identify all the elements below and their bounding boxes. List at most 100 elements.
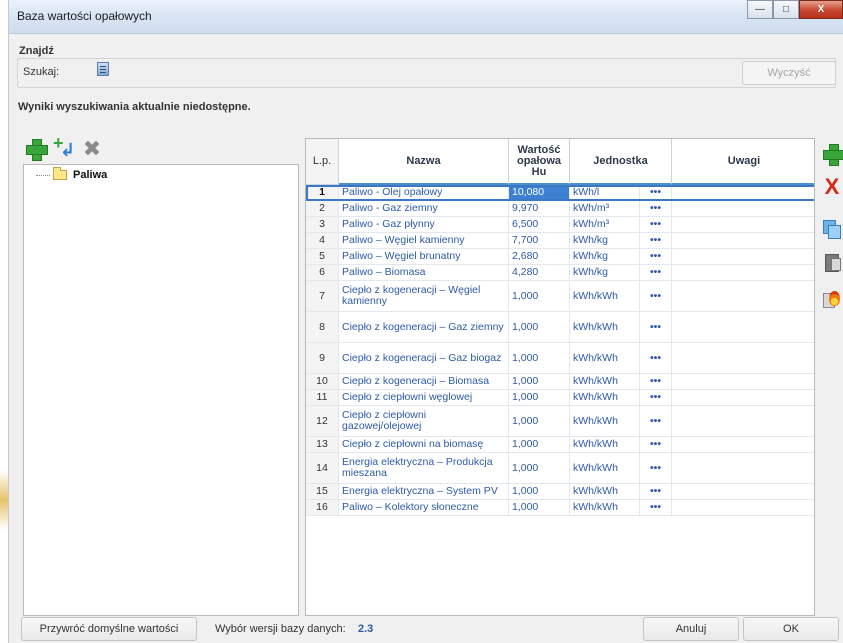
notes-cell[interactable]	[672, 437, 814, 452]
calorific-value-cell[interactable]: 1,000	[509, 406, 570, 436]
calorific-value-cell[interactable]: 4,280	[509, 265, 570, 280]
version-value[interactable]: 2.3	[358, 623, 373, 635]
fuel-name-cell[interactable]: Paliwo - Gaz ziemny	[339, 201, 509, 216]
notes-cell[interactable]	[672, 185, 814, 200]
calorific-value-cell[interactable]: 1,000	[509, 312, 570, 342]
fuel-name-cell[interactable]: Paliwo - Olej opałowy	[339, 185, 509, 200]
notes-cell[interactable]	[672, 484, 814, 499]
column-header-unit[interactable]: Jednostka	[570, 139, 672, 185]
tree-node-paliwa[interactable]: Paliwa	[36, 167, 107, 181]
document-lines-icon[interactable]	[97, 62, 109, 76]
delete-icon[interactable]: ✖	[81, 138, 103, 160]
unit-cell[interactable]: kWh/kWh	[570, 406, 640, 436]
unit-picker-button[interactable]: •••	[640, 500, 672, 515]
maximize-icon[interactable]: □	[773, 0, 799, 19]
table-row[interactable]: 11 Ciepło z ciepłowni węglowej 1,000 kWh/kW…	[306, 390, 814, 406]
unit-cell[interactable]: kWh/l	[570, 185, 640, 200]
table-row[interactable]: 9 Ciepło z kogeneracji – Gaz biogaz 1,000 k…	[306, 343, 814, 374]
table-row[interactable]: 13 Ciepło z ciepłowni na biomasę 1,000 kWh/…	[306, 437, 814, 453]
table-row[interactable]: 5 Paliwo – Węgiel brunatny 2,680 kWh/kg •••	[306, 249, 814, 265]
unit-cell[interactable]: kWh/kg	[570, 233, 640, 248]
notes-cell[interactable]	[672, 406, 814, 436]
unit-picker-button[interactable]: •••	[640, 233, 672, 248]
title-bar[interactable]: Baza wartości opałowych — □ X	[9, 0, 843, 34]
fuel-name-cell[interactable]: Paliwo – Kolektory słoneczne	[339, 500, 509, 515]
unit-cell[interactable]: kWh/kWh	[570, 500, 640, 515]
calorific-value-cell[interactable]: 1,000	[509, 343, 570, 373]
unit-picker-button[interactable]: •••	[640, 201, 672, 216]
cancel-button[interactable]: Anuluj	[643, 617, 739, 641]
column-header-lp[interactable]: L.p.	[306, 139, 339, 185]
calorific-value-cell[interactable]: 1,000	[509, 500, 570, 515]
unit-picker-button[interactable]: •••	[640, 312, 672, 342]
table-row[interactable]: 7 Ciepło z kogeneracji – Węgiel kamienny 1…	[306, 281, 814, 312]
calorific-value-cell[interactable]: 10,080	[509, 185, 570, 200]
calorific-value-cell[interactable]: 7,700	[509, 233, 570, 248]
fuel-name-cell[interactable]: Ciepło z ciepłowni węglowej	[339, 390, 509, 405]
fuel-name-cell[interactable]: Ciepło z kogeneracji – Gaz biogaz	[339, 343, 509, 373]
calorific-value-cell[interactable]: 1,000	[509, 374, 570, 389]
table-row[interactable]: 1 Paliwo - Olej opałowy 10,080 kWh/l •••	[306, 185, 814, 201]
ok-button[interactable]: OK	[743, 617, 839, 641]
unit-cell[interactable]: kWh/m³	[570, 201, 640, 216]
unit-cell[interactable]: kWh/kWh	[570, 437, 640, 452]
unit-picker-button[interactable]: •••	[640, 185, 672, 200]
unit-cell[interactable]: kWh/kWh	[570, 312, 640, 342]
calorific-value-cell[interactable]: 1,000	[509, 390, 570, 405]
fuel-name-cell[interactable]: Energia elektryczna – System PV	[339, 484, 509, 499]
unit-picker-button[interactable]: •••	[640, 437, 672, 452]
unit-picker-button[interactable]: •••	[640, 265, 672, 280]
table-row[interactable]: 16 Paliwo – Kolektory słoneczne 1,000 kWh/k…	[306, 500, 814, 516]
fuel-name-cell[interactable]: Ciepło z kogeneracji – Biomasa	[339, 374, 509, 389]
fuel-name-cell[interactable]: Paliwo – Węgiel brunatny	[339, 249, 509, 264]
table-row[interactable]: 6 Paliwo – Biomasa 4,280 kWh/kg •••	[306, 265, 814, 281]
copy-icon[interactable]	[822, 219, 842, 239]
close-button[interactable]: X	[799, 0, 843, 19]
table-row[interactable]: 3 Paliwo - Gaz płynny 6,500 kWh/m³ •••	[306, 217, 814, 233]
table-row[interactable]: 12 Ciepło z ciepłowni gazowej/olejowej 1,0…	[306, 406, 814, 437]
calorific-value-cell[interactable]: 2,680	[509, 249, 570, 264]
clear-button[interactable]: Wyczyść	[742, 61, 836, 85]
unit-picker-button[interactable]: •••	[640, 406, 672, 436]
notes-cell[interactable]	[672, 453, 814, 483]
add-subitem-icon[interactable]	[53, 133, 75, 161]
unit-cell[interactable]: kWh/kWh	[570, 390, 640, 405]
table-row[interactable]: 8 Ciepło z kogeneracji – Gaz ziemny 1,000 k…	[306, 312, 814, 343]
column-header-notes[interactable]: Uwagi	[672, 139, 814, 185]
unit-picker-button[interactable]: •••	[640, 343, 672, 373]
fuel-name-cell[interactable]: Ciepło z ciepłowni na biomasę	[339, 437, 509, 452]
fuel-name-cell[interactable]: Paliwo – Węgiel kamienny	[339, 233, 509, 248]
unit-cell[interactable]: kWh/kWh	[570, 343, 640, 373]
unit-picker-button[interactable]: •••	[640, 453, 672, 483]
notes-cell[interactable]	[672, 500, 814, 515]
fuel-name-cell[interactable]: Ciepło z kogeneracji – Gaz ziemny	[339, 312, 509, 342]
calorific-value-cell[interactable]: 9,970	[509, 201, 570, 216]
calorific-value-cell[interactable]: 1,000	[509, 437, 570, 452]
calorific-value-cell[interactable]: 1,000	[509, 281, 570, 311]
add-icon[interactable]	[25, 138, 48, 161]
column-header-value[interactable]: Wartość opałowa Hu	[509, 139, 570, 185]
notes-cell[interactable]	[672, 374, 814, 389]
minimize-icon[interactable]: —	[747, 0, 773, 19]
notes-cell[interactable]	[672, 201, 814, 216]
fuel-name-cell[interactable]: Paliwo - Gaz płynny	[339, 217, 509, 232]
notes-cell[interactable]	[672, 390, 814, 405]
notes-cell[interactable]	[672, 249, 814, 264]
unit-cell[interactable]: kWh/m³	[570, 217, 640, 232]
unit-picker-button[interactable]: •••	[640, 217, 672, 232]
unit-picker-button[interactable]: •••	[640, 281, 672, 311]
table-row[interactable]: 14 Energia elektryczna – Produkcja miesza…	[306, 453, 814, 484]
column-header-name[interactable]: Nazwa	[339, 139, 509, 185]
unit-picker-button[interactable]: •••	[640, 390, 672, 405]
notes-cell[interactable]	[672, 281, 814, 311]
fuel-name-cell[interactable]: Energia elektryczna – Produkcja mieszana	[339, 453, 509, 483]
notes-cell[interactable]	[672, 217, 814, 232]
table-row[interactable]: 4 Paliwo – Węgiel kamienny 7,700 kWh/kg •••	[306, 233, 814, 249]
calorific-value-cell[interactable]: 1,000	[509, 484, 570, 499]
unit-picker-button[interactable]: •••	[640, 249, 672, 264]
fuel-name-cell[interactable]: Ciepło z kogeneracji – Węgiel kamienny	[339, 281, 509, 311]
unit-cell[interactable]: kWh/kWh	[570, 484, 640, 499]
unit-cell[interactable]: kWh/kWh	[570, 374, 640, 389]
table-row[interactable]: 15 Energia elektryczna – System PV 1,000 kW…	[306, 484, 814, 500]
notes-cell[interactable]	[672, 233, 814, 248]
